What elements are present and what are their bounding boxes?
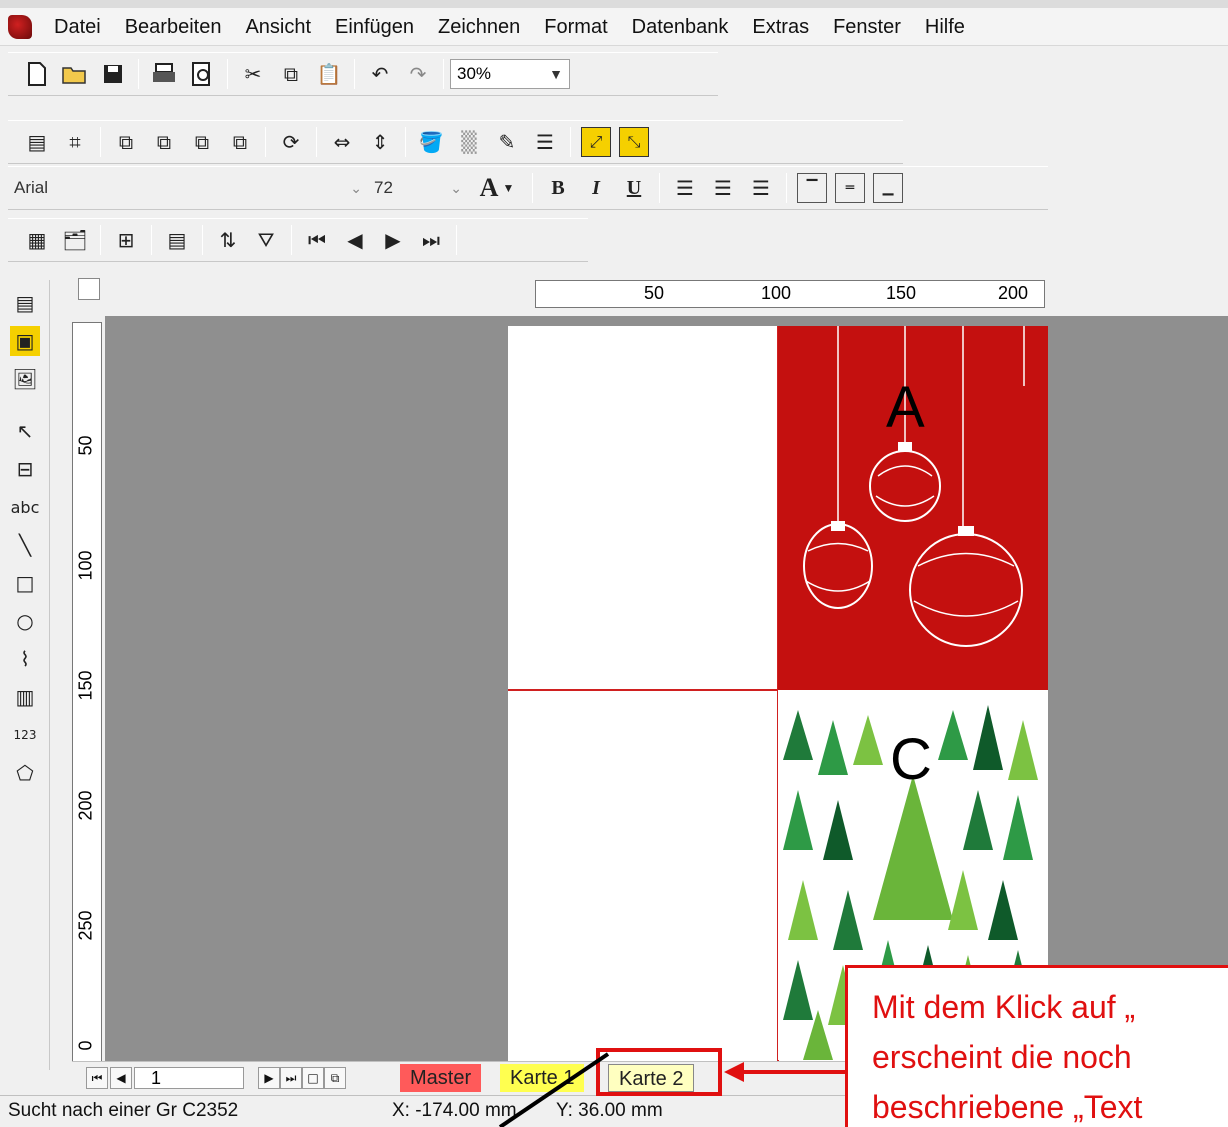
callout-line-3: beschriebene „Text: [872, 1089, 1143, 1125]
annotation-arrows: [498, 1052, 845, 1127]
app-window: Datei Bearbeiten Ansicht Einfügen Zeichn…: [0, 0, 1228, 1127]
callout-line-1: Mit dem Klick auf „: [872, 989, 1136, 1025]
callout-line-2: erscheint die noch: [872, 1039, 1132, 1075]
callout-box: Mit dem Klick auf „ erscheint die noch b…: [845, 965, 1228, 1127]
